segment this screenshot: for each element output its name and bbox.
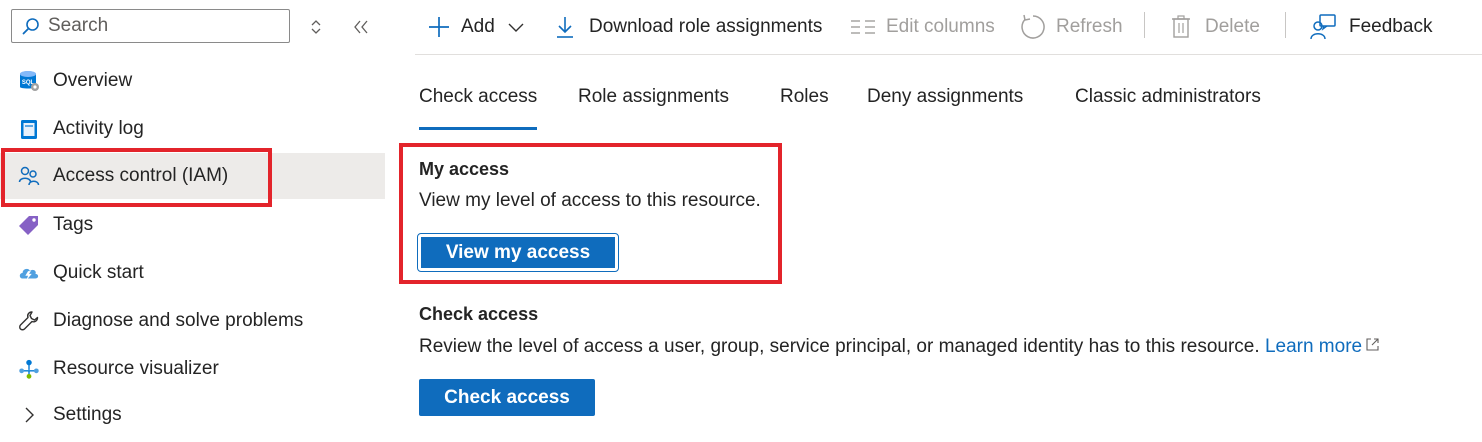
check-access-button[interactable]: Check access [419, 379, 595, 416]
sidebar-item-label: Tags [53, 214, 94, 235]
highlight-annotation [1, 148, 272, 207]
sort-icon[interactable] [309, 18, 323, 36]
check-access-description-row: Review the level of access a user, group… [419, 335, 1379, 358]
tag-icon [18, 214, 40, 236]
check-access-description: Review the level of access a user, group… [419, 336, 1260, 357]
sidebar-item-settings[interactable]: Settings [0, 392, 385, 438]
tab-label: Deny assignments [867, 86, 1024, 107]
hierarchy-icon [18, 358, 40, 380]
edit-columns-label: Edit columns [886, 16, 995, 37]
feedback-button[interactable]: Feedback [1309, 10, 1432, 44]
toolbar-divider [415, 54, 1482, 55]
delete-label: Delete [1205, 16, 1260, 37]
refresh-label: Refresh [1056, 16, 1123, 37]
sidebar-item-activity-log[interactable]: Activity log [0, 106, 385, 152]
sidebar-item-label: Activity log [53, 118, 144, 139]
tab-deny-assignments[interactable]: Deny assignments [867, 86, 1023, 130]
tab-label: Classic administrators [1075, 86, 1261, 107]
sidebar-item-overview[interactable]: SQL Overview [0, 58, 385, 104]
sidebar-item-diagnose[interactable]: Diagnose and solve problems [0, 298, 385, 344]
trash-icon [1171, 15, 1191, 39]
plus-icon [427, 15, 451, 39]
sidebar-item-tags[interactable]: Tags [0, 202, 385, 248]
chevron-right-icon [18, 404, 40, 426]
search-icon [22, 17, 40, 35]
refresh-button[interactable]: Refresh [1020, 10, 1123, 44]
cloud-icon [18, 262, 40, 284]
columns-icon [850, 19, 876, 35]
tab-roles[interactable]: Roles [780, 86, 829, 130]
add-button[interactable]: Add [427, 10, 525, 44]
add-label: Add [461, 16, 495, 37]
search-box[interactable] [11, 9, 290, 43]
tab-label: Roles [780, 86, 829, 107]
collapse-sidebar-icon[interactable] [352, 18, 370, 36]
learn-more-label: Learn more [1264, 336, 1363, 357]
check-access-title: Check access [419, 304, 539, 324]
tab-label: Role assignments [578, 86, 730, 107]
sidebar-item-label: Diagnose and solve problems [53, 310, 304, 331]
highlight-annotation [399, 143, 782, 284]
wrench-icon [18, 310, 40, 332]
tab-check-access[interactable]: Check access [419, 86, 538, 130]
sidebar-item-label: Quick start [53, 262, 144, 283]
tab-label: Check access [419, 86, 538, 107]
download-role-assignments-button[interactable]: Download role assignments [555, 10, 822, 44]
refresh-icon [1020, 14, 1046, 40]
sidebar-item-resource-visualizer[interactable]: Resource visualizer [0, 346, 385, 392]
feedback-icon [1309, 14, 1337, 40]
download-label: Download role assignments [589, 16, 823, 37]
feedback-label: Feedback [1349, 16, 1433, 37]
external-link-icon [1366, 335, 1379, 357]
sidebar-item-quick-start[interactable]: Quick start [0, 250, 385, 296]
sidebar: SQL Overview Activity log Access control… [0, 0, 385, 442]
tab-role-assignments[interactable]: Role assignments [578, 86, 729, 130]
learn-more-link[interactable]: Learn more [1265, 336, 1379, 357]
search-input[interactable] [46, 14, 270, 38]
toolbar: Add Download role assignments Edit colum… [415, 0, 1482, 55]
sidebar-item-label: Overview [53, 70, 133, 91]
toolbar-separator [1144, 12, 1145, 38]
toolbar-separator [1285, 12, 1286, 38]
sql-database-icon: SQL [18, 70, 40, 92]
chevron-down-icon [507, 18, 525, 36]
activity-log-icon [18, 118, 40, 140]
tab-classic-administrators[interactable]: Classic administrators [1075, 86, 1261, 130]
edit-columns-button[interactable]: Edit columns [850, 10, 995, 44]
sidebar-item-label: Resource visualizer [53, 358, 219, 379]
download-icon [555, 15, 575, 39]
delete-button[interactable]: Delete [1171, 10, 1260, 44]
sidebar-item-label: Settings [53, 404, 122, 425]
